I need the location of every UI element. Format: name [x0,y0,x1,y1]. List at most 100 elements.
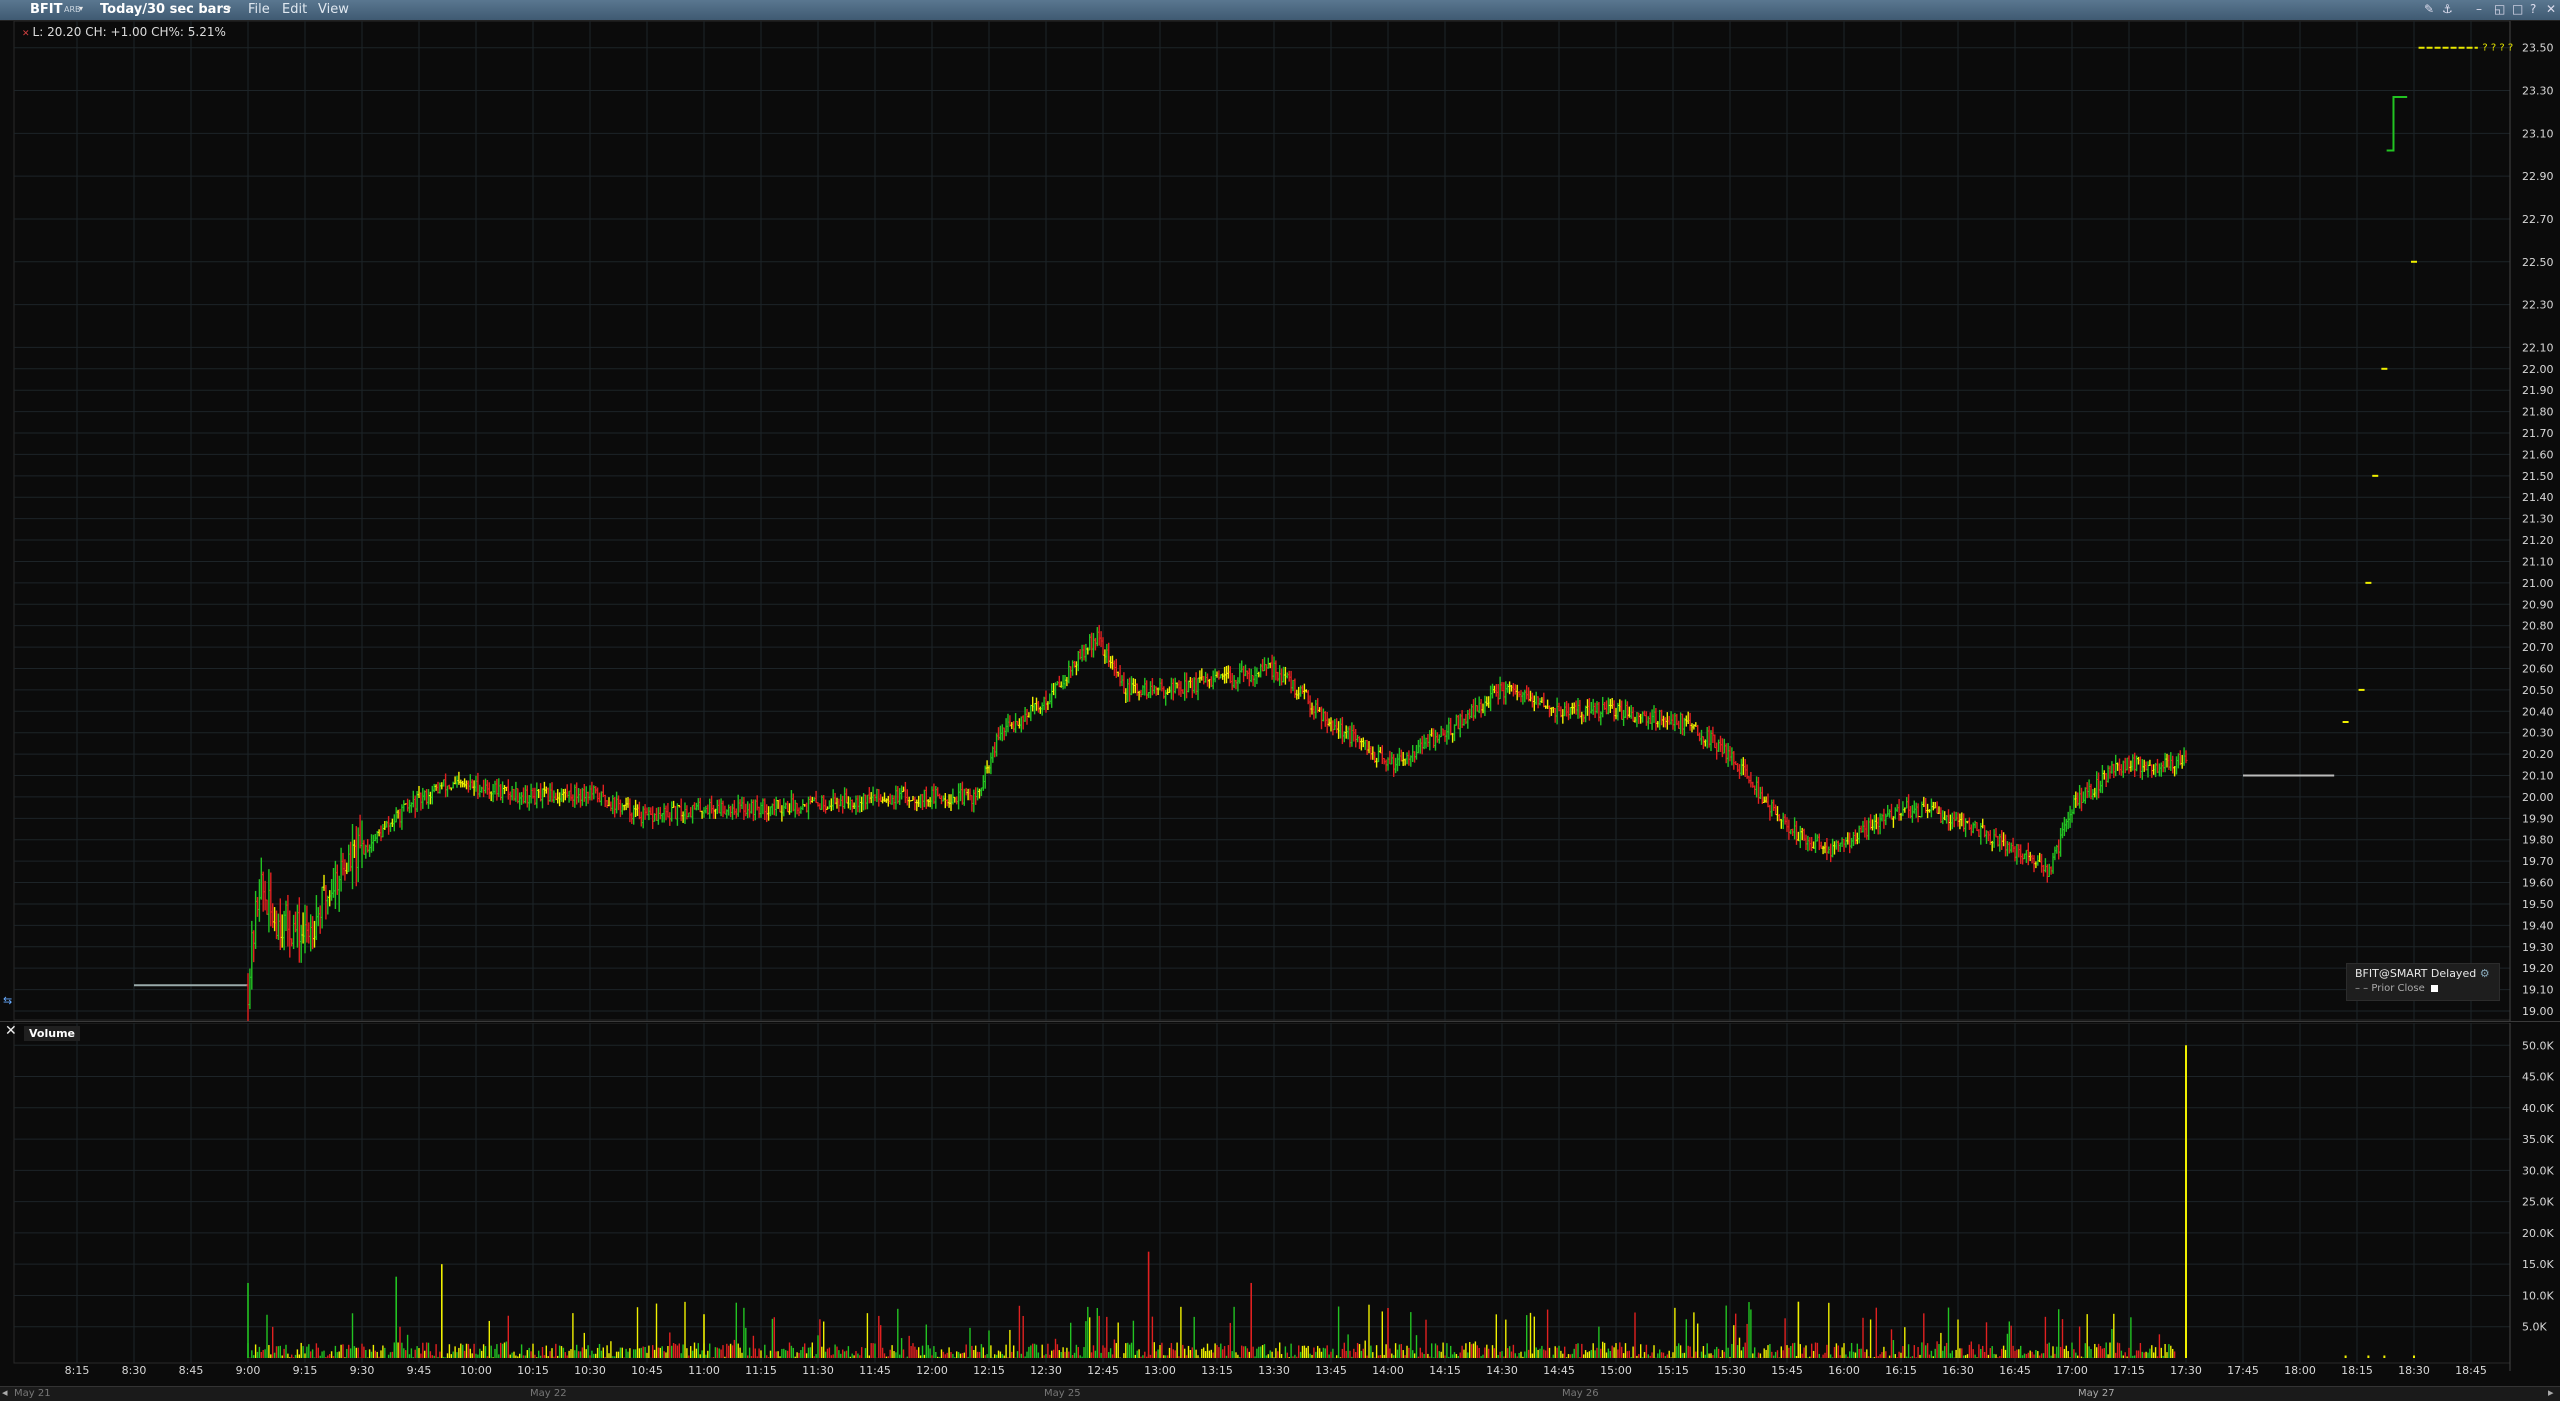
y-tick-label: 20.30 [2522,727,2554,740]
close-icon[interactable]: ✕ [5,1023,17,1039]
y-tick-label: 10.0K [2522,1289,2554,1302]
y-tick-label: 19.90 [2522,812,2554,825]
volume-title: Volume [24,1026,80,1041]
help-icon[interactable]: ? [2530,2,2536,16]
y-tick-label: 21.20 [2522,534,2554,547]
price-pane[interactable]: 23.50 23.30 23.10 22.90 22.70 22.50 22.30 22.10… [0,20,2560,1022]
volume-chart[interactable]: 50.0K 45.0K 40.0K 35.0K 30.0K 25.0K 20.0K 15.0K… [0,1022,2560,1371]
y-tick-label: 23.30 [2522,85,2554,98]
chevron-down-icon[interactable]: ▾ [79,4,83,13]
x-tick-label: 14:00 [1372,1364,1404,1377]
x-tick-label: 9:30 [350,1364,375,1377]
y-tick-label: 25.0K [2522,1196,2554,1209]
scroll-right-icon[interactable]: ▸ [2548,1386,2554,1399]
x-tick-label: 11:15 [745,1364,777,1377]
y-tick-label: 19.00 [2522,1005,2554,1018]
minimize-icon[interactable]: – [2476,2,2482,16]
y-tick-label: 22.70 [2522,213,2554,226]
x-tick-label: 16:15 [1885,1364,1917,1377]
x-tick-label: 9:15 [293,1364,318,1377]
plot-border [13,20,2511,1021]
maximize-icon[interactable]: □ [2512,2,2523,16]
y-tick-label: 21.30 [2522,513,2554,526]
y-tick-label: 23.50 [2522,42,2554,55]
x-tick-label: 8:45 [179,1364,204,1377]
y-tick-label: 19.10 [2522,984,2554,997]
y-tick-label: 15.0K [2522,1258,2554,1271]
plot-border [13,1022,2511,1364]
y-tick-label: 20.90 [2522,598,2554,611]
y-tick-label: 19.60 [2522,877,2554,890]
y-tick-label: 20.20 [2522,748,2554,761]
x-tick-label: 8:30 [122,1364,147,1377]
x-tick-label: 16:00 [1828,1364,1860,1377]
link-icon[interactable]: ⚓ [2442,2,2453,16]
x-tick-label: 10:45 [631,1364,663,1377]
restore-icon[interactable]: ◱ [2494,2,2505,16]
y-tick-label: 20.50 [2522,684,2554,697]
scroll-left-icon[interactable]: ◂ [2,1386,8,1399]
x-tick-label: 12:00 [916,1364,948,1377]
chart-legend: BFIT@SMART Delayed ⚙ – – Prior Close [2346,963,2500,1001]
y-tick-label: 23.10 [2522,127,2554,140]
date-label: May 27 [2078,1388,2115,1399]
x-tick-label: 14:15 [1429,1364,1461,1377]
period-selector[interactable]: Today/30 sec bars [100,2,231,17]
y-tick-label: 22.50 [2522,256,2554,269]
menu-view[interactable]: View [318,2,349,17]
x-tick-label: 18:00 [2284,1364,2316,1377]
y-tick-label: 19.40 [2522,919,2554,932]
y-tick-label: 21.50 [2522,470,2554,483]
y-tick-label: 50.0K [2522,1039,2554,1052]
x-tick-label: 17:00 [2056,1364,2088,1377]
menu-edit[interactable]: Edit [282,2,307,17]
y-tick-label: 20.40 [2522,705,2554,718]
y-tick-label: 30.0K [2522,1164,2554,1177]
x-tick-label: 11:00 [688,1364,720,1377]
y-tick-label: 22.30 [2522,299,2554,312]
date-label: May 22 [530,1388,567,1399]
date-scroll-strip[interactable]: ◂ May 21 May 22 May 25 May 26 May 27 ▸ [0,1386,2560,1401]
x-tick-label: 16:45 [1999,1364,2031,1377]
x-tick-label: 10:15 [517,1364,549,1377]
x-tick-label: 17:30 [2170,1364,2202,1377]
x-tick-label: 18:15 [2341,1364,2373,1377]
y-tick-label: 20.80 [2522,620,2554,633]
y-tick-label: 21.80 [2522,406,2554,419]
x-tick-label: 9:00 [236,1364,261,1377]
y-tick-label: 21.10 [2522,555,2554,568]
price-chart[interactable]: 23.50 23.30 23.10 22.90 22.70 22.50 22.30 22.10… [0,20,2560,1022]
x-tick-label: 13:00 [1144,1364,1176,1377]
x-tick-label: 16:30 [1942,1364,1974,1377]
date-label: May 21 [14,1388,51,1399]
remove-icon[interactable]: ✕ [22,29,30,39]
y-tick-label: 21.70 [2522,427,2554,440]
x-tick-label: 18:45 [2455,1364,2487,1377]
x-tick-label: 17:45 [2227,1364,2259,1377]
x-tick-label: 14:30 [1486,1364,1518,1377]
close-icon[interactable]: ✕ [2546,2,2556,16]
x-tick-label: 15:15 [1657,1364,1689,1377]
x-tick-label: 12:45 [1087,1364,1119,1377]
symbol-label[interactable]: BFIT [30,2,63,17]
unknown-price-marks: ? ? ? ? [2482,43,2513,54]
y-tick-label: 19.30 [2522,941,2554,954]
legend-item-prior-close: – – Prior Close [2355,983,2438,994]
volume-pane[interactable]: 50.0K 45.0K 40.0K 35.0K 30.0K 25.0K 20.0K 15.0K… [0,1022,2560,1371]
chevron-down-icon[interactable]: ▾ [227,4,231,13]
y-tick-label: 21.00 [2522,577,2554,590]
x-tick-label: 10:30 [574,1364,606,1377]
menu-file[interactable]: File [248,2,270,17]
y-tick-label: 20.0K [2522,1227,2554,1240]
pin-icon[interactable]: ✎ [2424,2,2434,16]
x-tick-label: 15:00 [1600,1364,1632,1377]
y-tick-label: 22.00 [2522,363,2554,376]
y-tick-label: 20.00 [2522,791,2554,804]
settings-icon[interactable]: ⚙ [2480,967,2490,980]
legend-title: BFIT@SMART Delayed ⚙ [2355,967,2490,980]
legend-swatch [2430,984,2438,992]
x-tick-label: 17:15 [2113,1364,2145,1377]
y-tick-label: 20.10 [2522,770,2554,783]
y-tick-label: 21.60 [2522,448,2554,461]
price-info-line: ✕ L: 20.20 CH: +1.00 CH%: 5.21% [22,25,226,39]
